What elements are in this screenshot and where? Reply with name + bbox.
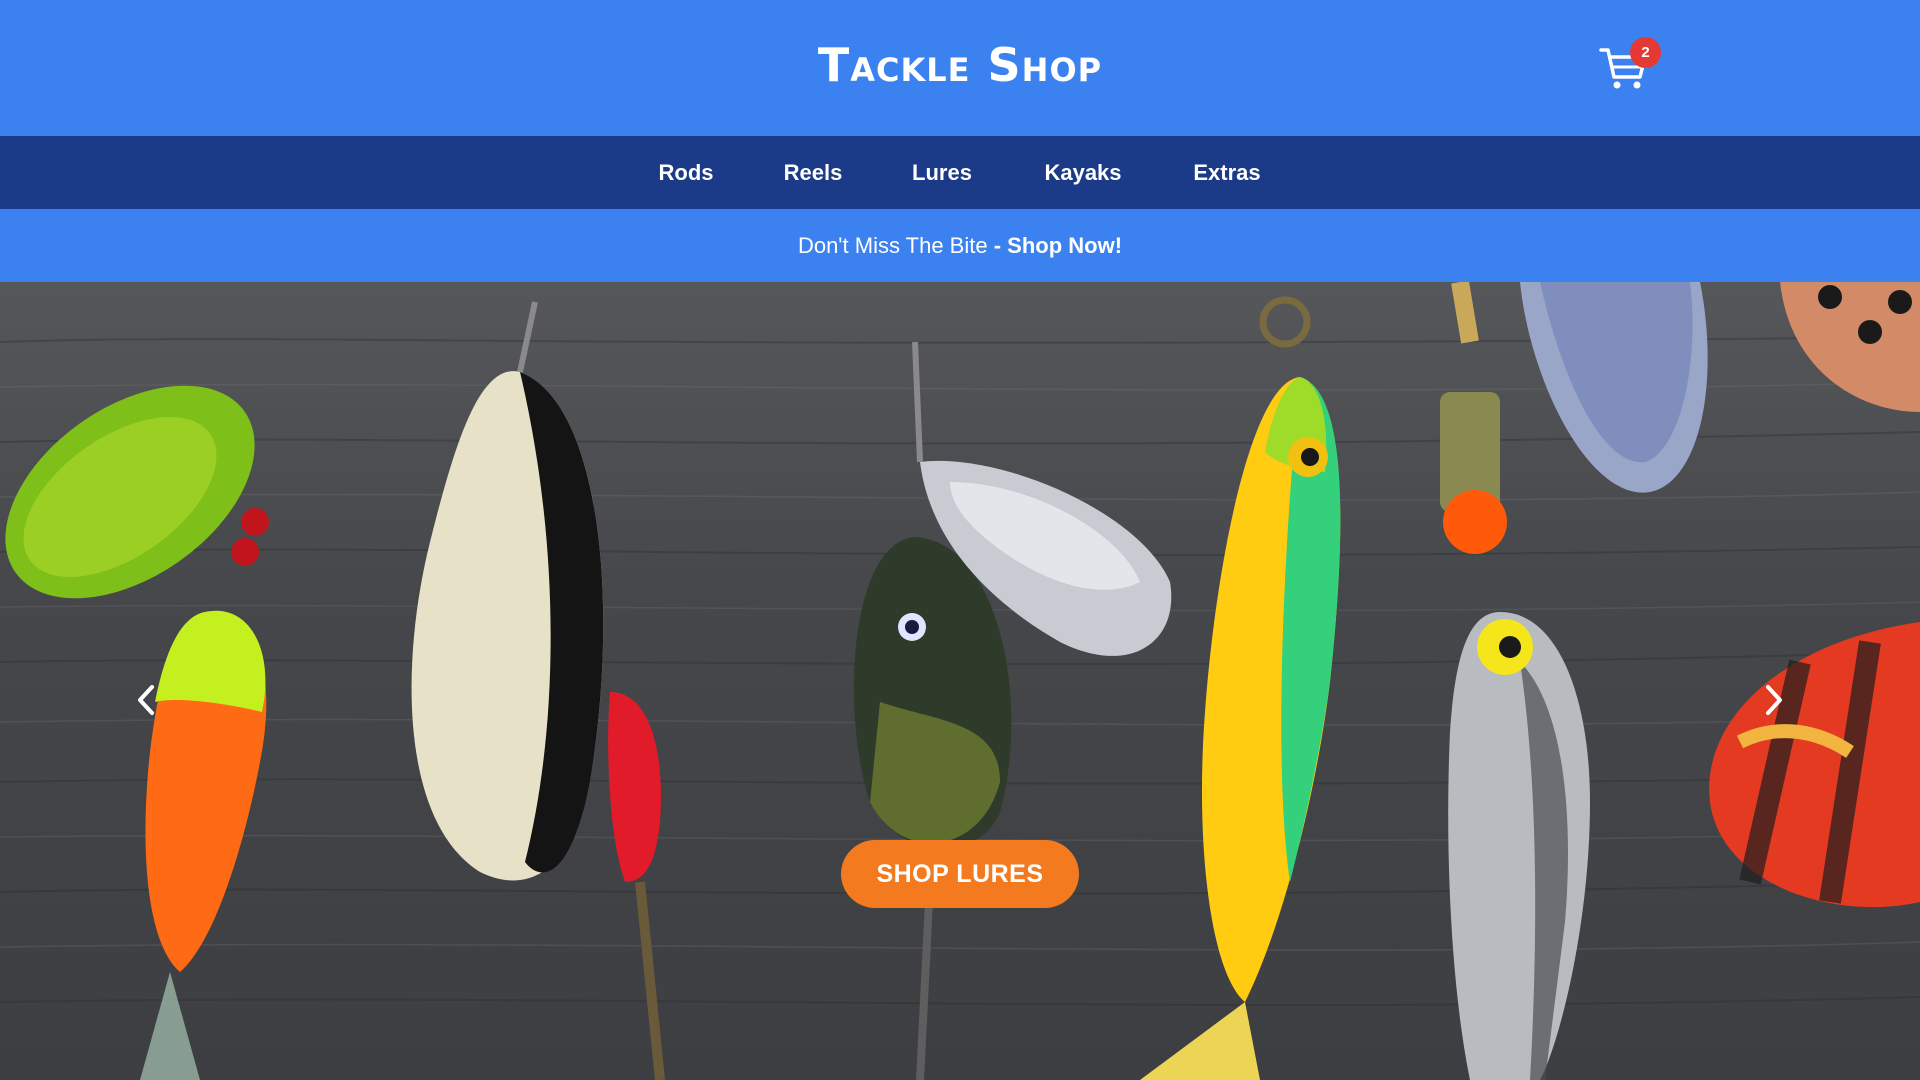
promo-shop-now-link[interactable]: - Shop Now! [994,233,1122,258]
nav-item-rods[interactable]: Rods [659,136,714,209]
carousel-next-button[interactable] [1754,675,1794,725]
hero-image [0,282,1920,1080]
shopping-cart-icon [1598,48,1648,96]
main-nav: Rods Reels Lures Kayaks Extras [0,136,1920,209]
carousel-prev-button[interactable] [126,675,166,725]
cart-count-badge: 2 [1630,37,1661,68]
shop-lures-button[interactable]: SHOP LURES [841,840,1079,908]
chevron-right-icon [1754,685,1794,729]
nav-item-kayaks[interactable]: Kayaks [1044,136,1121,209]
nav-item-reels[interactable]: Reels [784,136,843,209]
promo-text: Don't Miss The Bite [797,233,988,258]
nav-item-extras[interactable]: Extras [1193,136,1260,209]
hero-carousel: SHOP LURES [0,282,1920,1080]
chevron-left-icon [126,685,166,729]
promo-banner: Don't Miss The Bite - Shop Now! [0,209,1920,282]
site-header: Tackle Shop 2 [0,0,1920,136]
nav-item-lures[interactable]: Lures [912,136,972,209]
